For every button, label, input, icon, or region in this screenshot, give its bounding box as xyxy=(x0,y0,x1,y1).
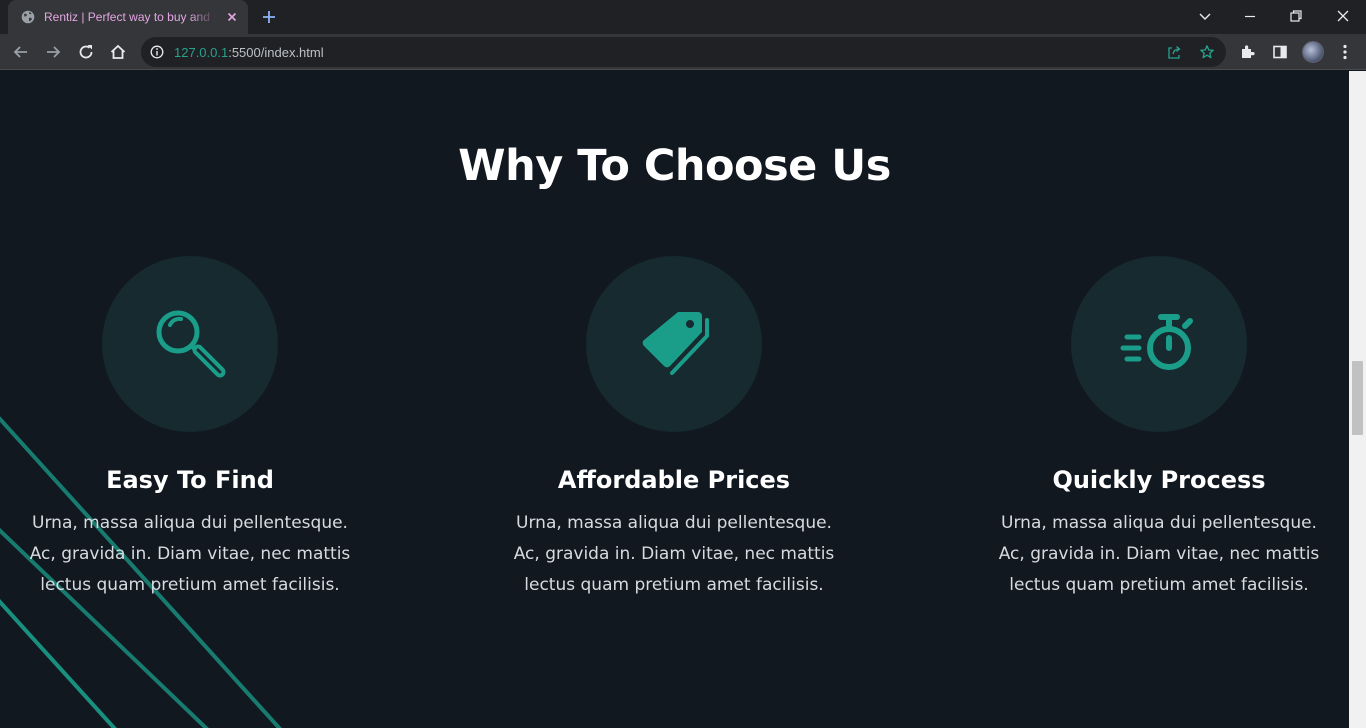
feature-icon-circle xyxy=(586,256,762,432)
feature-description-line: lectus quam pretium amet facilisis. xyxy=(1009,575,1309,595)
feature-description: Urna, massa aliqua dui pellentesque. Ac,… xyxy=(494,508,854,601)
scrollbar-thumb[interactable] xyxy=(1352,361,1363,435)
section-title: Why To Choose Us xyxy=(458,141,891,191)
address-bar[interactable]: 127.0.0.1:5500/index.html xyxy=(141,37,1226,67)
feature-description-line: lectus quam pretium amet facilisis. xyxy=(524,575,824,595)
url-host: 127.0.0.1 xyxy=(174,45,229,60)
side-panel-icon[interactable] xyxy=(1270,42,1290,62)
reload-icon[interactable] xyxy=(76,42,96,62)
feature-description-line: Ac, gravida in. Diam vitae, nec mattis xyxy=(29,544,351,564)
tab-search-chevron-icon[interactable] xyxy=(1195,6,1215,26)
feature-description-line: Urna, massa aliqua dui pellentesque. xyxy=(516,513,832,533)
feature-title: Easy To Find xyxy=(106,466,274,494)
profile-avatar[interactable] xyxy=(1302,41,1324,63)
forward-arrow-icon[interactable] xyxy=(43,42,63,62)
feature-description-line: Urna, massa aliqua dui pellentesque. xyxy=(32,513,348,533)
magnifying-glass-icon xyxy=(156,310,226,378)
site-info-icon[interactable] xyxy=(150,45,164,59)
extensions-puzzle-icon[interactable] xyxy=(1238,42,1258,62)
browser-tab-strip: Rentiz | Perfect way to buy and sell xyxy=(0,0,1366,34)
url-path: :5500/index.html xyxy=(228,45,324,60)
home-icon[interactable] xyxy=(108,42,128,62)
feature-description-line: Ac, gravida in. Diam vitae, nec mattis xyxy=(513,544,835,564)
restore-icon[interactable] xyxy=(1286,6,1306,26)
feature-icon-circle xyxy=(1071,256,1247,432)
feature-description: Urna, massa aliqua dui pellentesque. Ac,… xyxy=(979,508,1339,601)
close-tab-icon[interactable] xyxy=(224,9,240,25)
bookmark-star-icon[interactable] xyxy=(1199,44,1215,60)
share-icon[interactable] xyxy=(1166,44,1182,60)
feature-description: Urna, massa aliqua dui pellentesque. Ac,… xyxy=(10,508,370,601)
tab-title: Rentiz | Perfect way to buy and sell xyxy=(44,10,216,24)
feature-description-line: Ac, gravida in. Diam vitae, nec mattis xyxy=(998,544,1320,564)
browser-toolbar: 127.0.0.1:5500/index.html xyxy=(0,34,1366,70)
close-window-icon[interactable] xyxy=(1333,6,1353,26)
feature-title: Affordable Prices xyxy=(557,466,791,494)
feature-title: Quickly Process xyxy=(1052,466,1266,494)
new-tab-icon[interactable] xyxy=(260,8,278,26)
price-tag-icon xyxy=(642,312,709,375)
page-viewport: Why To Choose Us Easy To Find Urna, mass… xyxy=(0,71,1349,728)
feature-icon-circle xyxy=(102,256,278,432)
globe-icon xyxy=(21,10,35,24)
url-text[interactable]: 127.0.0.1:5500/index.html xyxy=(174,45,324,60)
browser-tab[interactable]: Rentiz | Perfect way to buy and sell xyxy=(8,0,248,34)
page-scrollbar[interactable] xyxy=(1349,71,1366,728)
feature-description-line: lectus quam pretium amet facilisis. xyxy=(40,575,340,595)
stopwatch-icon xyxy=(1120,314,1193,370)
minimize-icon[interactable] xyxy=(1240,6,1260,26)
back-arrow-icon[interactable] xyxy=(11,42,31,62)
feature-description-line: Urna, massa aliqua dui pellentesque. xyxy=(1001,513,1317,533)
more-menu-icon[interactable] xyxy=(1335,42,1355,62)
